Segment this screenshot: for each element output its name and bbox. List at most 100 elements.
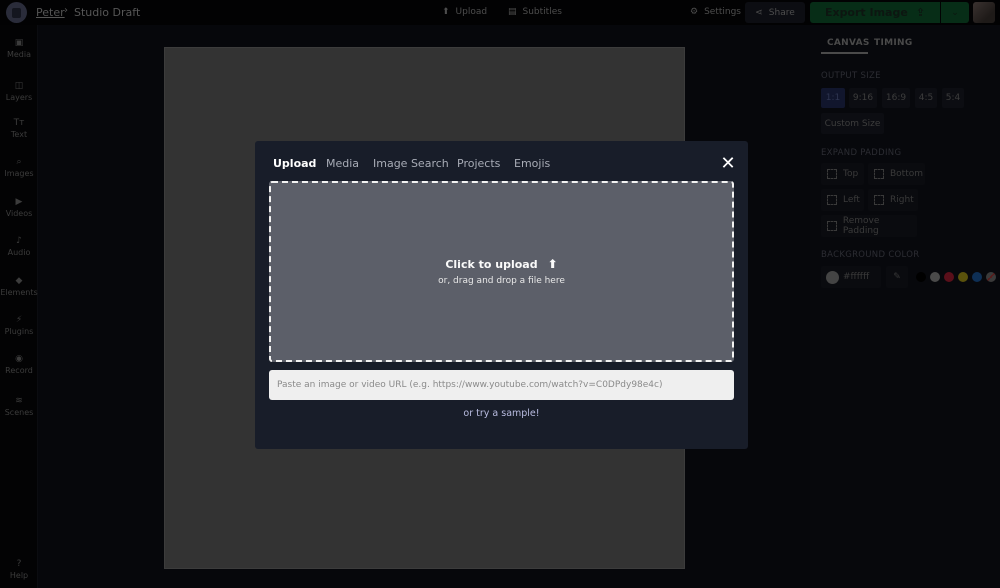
export-image-button[interactable]: Export Image ⇪ bbox=[810, 2, 940, 23]
record-icon: ◉ bbox=[15, 354, 23, 364]
upload-modal: Upload Media Image Search Projects Emoji… bbox=[255, 141, 748, 449]
stack-icon: ≋ bbox=[15, 396, 23, 406]
size-4-5-button[interactable]: 4:5 bbox=[915, 88, 937, 108]
background-color-value: #ffffff bbox=[843, 272, 870, 282]
sidebar-item-media[interactable]: ▣ Media bbox=[0, 38, 38, 59]
swatch-transparent[interactable] bbox=[986, 272, 996, 282]
expand-padding-heading: EXPAND PADDING bbox=[821, 148, 902, 158]
export-label: Export Image bbox=[824, 6, 908, 19]
size-9-16-button[interactable]: 9:16 bbox=[849, 88, 877, 108]
pad-top-label: Top bbox=[843, 169, 859, 179]
sidebar-item-label: Record bbox=[5, 366, 33, 375]
tab-canvas[interactable]: CANVAS bbox=[827, 38, 870, 48]
eyedropper-button[interactable]: ✎ bbox=[886, 266, 908, 288]
sidebar-item-videos[interactable]: ▶ Videos bbox=[0, 197, 38, 218]
padding-left-icon bbox=[827, 195, 837, 205]
upload-button[interactable]: ⬆ Upload bbox=[442, 7, 487, 17]
sidebar-item-label: Layers bbox=[5, 93, 33, 102]
swatch-blue[interactable] bbox=[972, 272, 982, 282]
pad-right-button[interactable]: Right bbox=[868, 189, 918, 211]
remove-padding-label: Remove Padding bbox=[842, 216, 880, 236]
breadcrumb-separator: › bbox=[64, 5, 68, 16]
share-icon: ⋖ bbox=[755, 7, 763, 18]
help-icon: ? bbox=[16, 559, 22, 569]
export-options-dropdown[interactable]: ⌄ bbox=[941, 2, 969, 23]
swatch-yellow[interactable] bbox=[958, 272, 968, 282]
modal-tab-upload[interactable]: Upload bbox=[273, 157, 316, 170]
share-button[interactable]: ⋖ Share bbox=[745, 2, 805, 23]
output-size-heading: OUTPUT SIZE bbox=[821, 71, 881, 81]
account-photo[interactable] bbox=[973, 2, 995, 23]
sidebar-item-label: Elements bbox=[0, 288, 38, 297]
modal-tab-emojis[interactable]: Emojis bbox=[514, 157, 550, 170]
pad-left-button[interactable]: Left bbox=[821, 189, 864, 211]
sidebar-item-label: Videos bbox=[5, 209, 33, 218]
background-color-picker[interactable]: #ffffff bbox=[821, 266, 881, 288]
tab-timing[interactable]: TIMING bbox=[874, 38, 913, 48]
music-note-icon: ♪ bbox=[16, 236, 22, 246]
video-icon: ▶ bbox=[15, 197, 23, 207]
padding-right-icon bbox=[874, 195, 884, 205]
modal-tab-image-search[interactable]: Image Search bbox=[373, 157, 449, 170]
eyedropper-icon: ✎ bbox=[893, 272, 901, 282]
sidebar-item-audio[interactable]: ♪ Audio bbox=[0, 236, 38, 257]
dropzone-title: Click to upload ⬆ bbox=[271, 257, 732, 271]
sidebar-item-label: Scenes bbox=[4, 408, 34, 417]
try-sample-link[interactable]: or try a sample! bbox=[255, 408, 748, 419]
swatch-red[interactable] bbox=[944, 272, 954, 282]
close-modal-button[interactable]: ✕ bbox=[719, 155, 737, 173]
padding-bottom-icon bbox=[874, 169, 884, 179]
sidebar-item-plugins[interactable]: ⚡ Plugins bbox=[0, 315, 38, 336]
custom-size-button[interactable]: Custom Size bbox=[821, 113, 884, 134]
swatch-gray[interactable] bbox=[930, 272, 940, 282]
size-5-4-button[interactable]: 5:4 bbox=[942, 88, 964, 108]
project-title[interactable]: Studio Draft bbox=[74, 6, 140, 19]
close-icon: ✕ bbox=[720, 153, 736, 174]
sidebar-item-images[interactable]: ⌕ Images bbox=[0, 157, 38, 178]
sidebar-item-scenes[interactable]: ≋ Scenes bbox=[0, 396, 38, 417]
gear-icon: ⚙ bbox=[690, 7, 699, 17]
pad-right-label: Right bbox=[890, 195, 914, 205]
settings-button[interactable]: ⚙ Settings bbox=[690, 7, 741, 17]
modal-tab-projects[interactable]: Projects bbox=[457, 157, 500, 170]
sidebar-item-elements[interactable]: ◆ Elements bbox=[0, 276, 38, 297]
media-url-input[interactable] bbox=[269, 370, 734, 400]
swatch-black[interactable] bbox=[916, 272, 926, 282]
background-color-row: #ffffff ✎ bbox=[821, 266, 996, 288]
pad-left-label: Left bbox=[843, 195, 860, 205]
layers-icon: ◫ bbox=[14, 81, 24, 91]
sidebar-item-layers[interactable]: ◫ Layers bbox=[0, 81, 38, 102]
settings-label: Settings bbox=[704, 7, 741, 17]
text-icon: Tт bbox=[13, 118, 25, 128]
right-panel: CANVAS TIMING OUTPUT SIZE 1:1 9:16 16:9 … bbox=[810, 25, 1000, 588]
top-bar: Peter › Studio Draft ⬆ Upload ▤ Subtitle… bbox=[0, 0, 1000, 25]
plug-icon: ⚡ bbox=[15, 315, 23, 325]
current-color-dot bbox=[826, 270, 839, 284]
remove-padding-button[interactable]: Remove Padding bbox=[821, 215, 917, 237]
upload-label: Upload bbox=[455, 7, 488, 17]
breadcrumb-user[interactable]: Peter bbox=[36, 6, 65, 19]
sidebar-item-help[interactable]: ? Help bbox=[0, 559, 38, 580]
size-1-1-button[interactable]: 1:1 bbox=[821, 88, 845, 108]
dropzone-title-text: Click to upload bbox=[445, 258, 538, 271]
upload-dropzone[interactable]: Click to upload ⬆ or, drag and drop a fil… bbox=[269, 181, 734, 362]
size-16-9-button[interactable]: 16:9 bbox=[882, 88, 910, 108]
share-label: Share bbox=[768, 7, 795, 18]
sidebar-item-text[interactable]: Tт Text bbox=[0, 118, 38, 139]
sidebar-item-label: Text bbox=[10, 130, 28, 139]
subtitles-button[interactable]: ▤ Subtitles bbox=[508, 7, 562, 17]
export-icon: ⇪ bbox=[915, 6, 926, 19]
padding-top-icon bbox=[827, 169, 837, 179]
modal-tab-media[interactable]: Media bbox=[326, 157, 359, 170]
pad-top-button[interactable]: Top bbox=[821, 163, 864, 185]
active-tab-indicator bbox=[821, 52, 868, 54]
sidebar-item-label: Audio bbox=[7, 248, 31, 257]
pad-bottom-button[interactable]: Bottom bbox=[868, 163, 925, 185]
user-avatar[interactable] bbox=[6, 2, 27, 23]
subtitles-icon: ▤ bbox=[508, 7, 517, 17]
pad-bottom-label: Bottom bbox=[890, 169, 924, 179]
sidebar-item-record[interactable]: ◉ Record bbox=[0, 354, 38, 375]
dropzone-subtitle: or, drag and drop a file here bbox=[438, 276, 565, 286]
sidebar-item-label: Images bbox=[4, 169, 34, 178]
sidebar-item-label: Plugins bbox=[4, 327, 34, 336]
